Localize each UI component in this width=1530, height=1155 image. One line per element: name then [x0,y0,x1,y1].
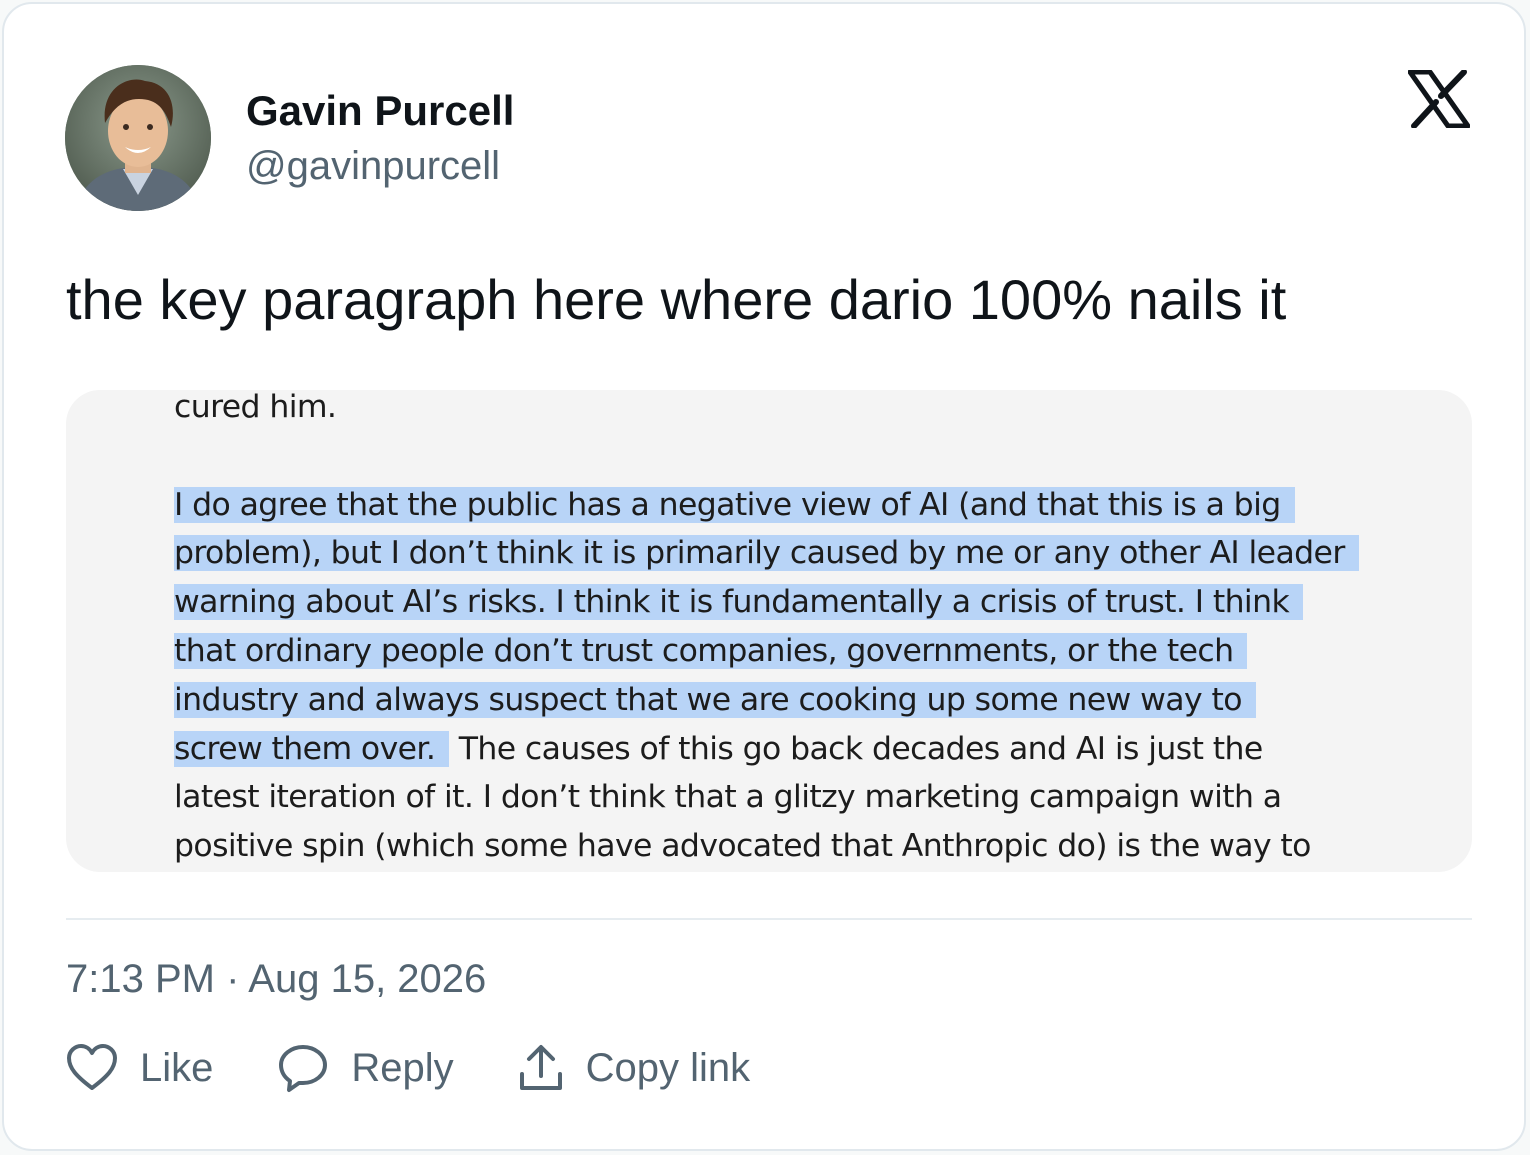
timestamp[interactable]: 7:13 PM · Aug 15, 2026 [66,954,486,1004]
reply-icon [279,1045,328,1092]
copy-link-label: Copy link [585,1046,751,1090]
action-bar: Like Reply Copy link [66,1038,814,1098]
highlighted-text: industry and always suspect that we are … [174,681,1256,718]
avatar[interactable] [65,65,211,211]
author-name[interactable]: Gavin Purcell [246,86,514,136]
tweet-text: the key paragraph here where dario 100% … [66,268,1287,331]
excerpt-line: positive spin (which some have advocated… [174,828,1311,865]
highlighted-text: problem), but I don’t think it is primar… [174,535,1359,572]
like-button[interactable]: Like [66,1043,213,1093]
tweet-media-image[interactable]: cured him. I do agree that the public ha… [66,390,1472,872]
excerpt-line: that ordinary people don’t trust compani… [174,627,1464,676]
heart-icon [67,1044,117,1090]
x-logo-icon[interactable] [1407,69,1471,129]
highlighted-text: warning about AI’s risks. I think it is … [174,584,1304,621]
share-icon [519,1045,562,1090]
author-handle[interactable]: @gavinpurcell [246,140,514,192]
avatar-photo [65,65,211,211]
reply-button[interactable]: Reply [277,1043,454,1093]
excerpt-text: cured him. I do agree that the public ha… [174,390,1464,871]
excerpt-line: industry and always suspect that we are … [174,676,1464,725]
excerpt-line: latest iteration of it. I don’t think th… [174,779,1282,816]
excerpt-line [174,432,1464,481]
tweet-card: Gavin Purcell @gavinpurcell the key para… [2,2,1526,1151]
excerpt-line: problem), but I don’t think it is primar… [174,529,1464,578]
excerpt-line: screw them over. The causes of this go b… [174,730,1263,767]
highlighted-text: screw them over. [174,730,450,767]
reply-label: Reply [351,1046,454,1090]
divider [66,918,1472,920]
author-block[interactable]: Gavin Purcell @gavinpurcell [246,86,514,192]
excerpt-line: warning about AI’s risks. I think it is … [174,578,1464,627]
highlighted-text: I do agree that the public has a negativ… [174,486,1295,523]
excerpt-line: cured him. [174,390,337,425]
excerpt-line: I do agree that the public has a negativ… [174,481,1464,530]
copy-link-button[interactable]: Copy link [518,1043,751,1093]
highlighted-text: that ordinary people don’t trust compani… [174,632,1248,669]
like-label: Like [140,1046,214,1090]
